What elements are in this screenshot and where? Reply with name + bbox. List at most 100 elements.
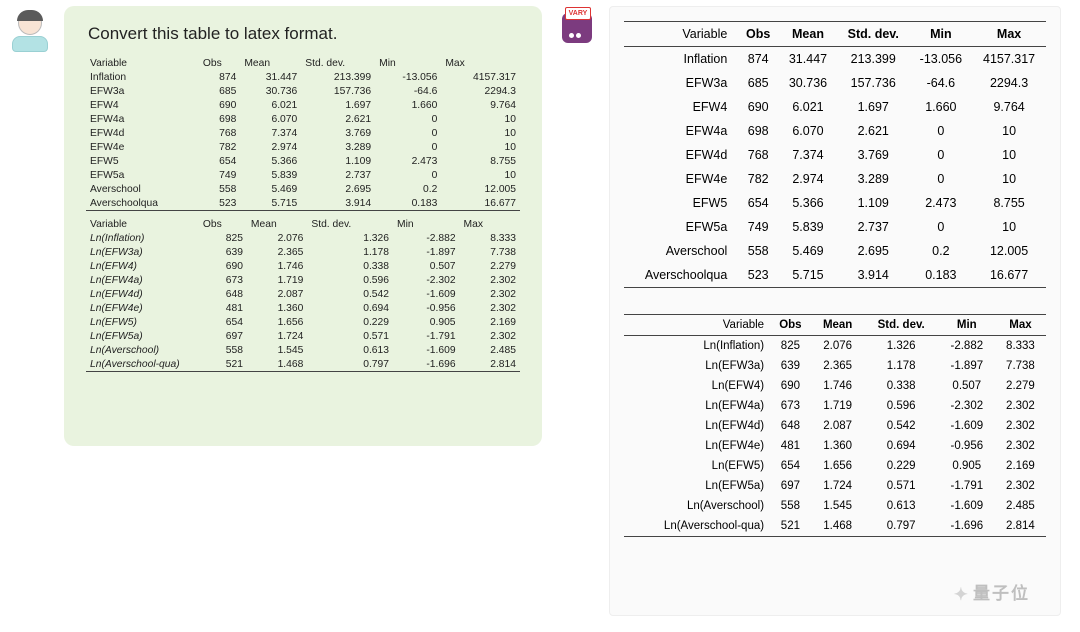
cell-value: 2.365 — [247, 245, 307, 259]
cell-variable: EFW4a — [624, 119, 737, 143]
cell-value: 0.613 — [307, 343, 393, 357]
cell-value: 8.755 — [972, 191, 1046, 215]
cell-value: -64.6 — [910, 71, 973, 95]
cell-value: 0 — [375, 112, 441, 126]
col-min: Min — [393, 217, 460, 231]
cell-value: 1.719 — [247, 273, 307, 287]
cell-value: 558 — [769, 496, 812, 516]
cell-value: 10 — [441, 126, 520, 140]
col-obs: Obs — [769, 315, 812, 336]
cell-variable: Ln(EFW5a) — [624, 476, 769, 496]
table-row: Averschoolqua5235.7153.9140.18316.677 — [86, 196, 520, 211]
source-table-levels: Variable Obs Mean Std. dev. Min Max Infl… — [86, 56, 520, 211]
cell-value: 2.279 — [460, 259, 520, 273]
cell-value: 5.366 — [240, 154, 301, 168]
table-header-row: Variable Obs Mean Std. dev. Min Max — [624, 22, 1046, 47]
cell-value: 30.736 — [779, 71, 837, 95]
table-row: Ln(Averschool)5581.5450.613-1.6092.485 — [624, 496, 1046, 516]
cell-value: -0.956 — [393, 301, 460, 315]
cell-value: 2.485 — [995, 496, 1046, 516]
cell-value: 0.797 — [307, 357, 393, 372]
cell-value: 1.724 — [247, 329, 307, 343]
cell-value: -1.791 — [939, 476, 995, 496]
cell-variable: EFW5a — [86, 168, 199, 182]
cell-value: 9.764 — [972, 95, 1046, 119]
cell-value: 5.715 — [779, 263, 837, 288]
cell-value: 685 — [199, 84, 240, 98]
cell-value: 1.326 — [307, 231, 393, 245]
table-row: Ln(EFW4d)6482.0870.542-1.6092.302 — [86, 287, 520, 301]
cell-value: 12.005 — [441, 182, 520, 196]
cell-value: 2.621 — [837, 119, 910, 143]
cell-value: 697 — [769, 476, 812, 496]
cell-value: 9.764 — [441, 98, 520, 112]
cell-value: 690 — [769, 376, 812, 396]
cell-value: 2.621 — [301, 112, 375, 126]
cell-value: 7.738 — [995, 356, 1046, 376]
cell-value: 12.005 — [972, 239, 1046, 263]
cell-value: 0.571 — [864, 476, 939, 496]
cell-value: 5.469 — [779, 239, 837, 263]
cell-value: 2.814 — [995, 516, 1046, 537]
cell-value: 2.302 — [460, 287, 520, 301]
cell-value: 1.468 — [247, 357, 307, 372]
cell-value: 1.360 — [812, 436, 864, 456]
cell-variable: Ln(EFW4d) — [624, 416, 769, 436]
cell-value: -1.609 — [393, 343, 460, 357]
cell-value: 673 — [769, 396, 812, 416]
col-max: Max — [972, 22, 1046, 47]
cell-value: 874 — [737, 47, 779, 72]
cell-value: 6.021 — [240, 98, 301, 112]
cell-variable: Ln(Averschool-qua) — [86, 357, 199, 372]
cell-value: 2.695 — [301, 182, 375, 196]
cell-value: 5.839 — [240, 168, 301, 182]
cell-value: -2.882 — [939, 336, 995, 357]
cell-value: -64.6 — [375, 84, 441, 98]
table-row: EFW56545.3661.1092.4738.755 — [624, 191, 1046, 215]
cell-value: 3.769 — [301, 126, 375, 140]
cell-value: 558 — [737, 239, 779, 263]
cell-value: 0.2 — [910, 239, 973, 263]
cell-value: 7.374 — [240, 126, 301, 140]
cell-variable: EFW5 — [624, 191, 737, 215]
cell-variable: Ln(EFW4d) — [86, 287, 199, 301]
table-row: EFW5a7495.8392.737010 — [624, 215, 1046, 239]
col-variable: Variable — [86, 56, 199, 70]
cell-variable: Ln(Averschool-qua) — [624, 516, 769, 537]
cell-variable: Ln(EFW4a) — [86, 273, 199, 287]
cell-value: 5.366 — [779, 191, 837, 215]
cell-value: 1.326 — [864, 336, 939, 357]
col-stddev: Std. dev. — [864, 315, 939, 336]
cell-value: 0.507 — [939, 376, 995, 396]
table-row: Ln(EFW5a)6971.7240.571-1.7912.302 — [86, 329, 520, 343]
table-row: Ln(Averschool-qua)5211.4680.797-1.6962.8… — [624, 516, 1046, 537]
table-row: Ln(EFW4a)6731.7190.596-2.3022.302 — [624, 396, 1046, 416]
cell-variable: Averschoolqua — [86, 196, 199, 211]
cell-value: 0.596 — [864, 396, 939, 416]
table-row: Ln(Inflation)8252.0761.326-2.8828.333 — [624, 336, 1046, 357]
cell-value: 10 — [972, 167, 1046, 191]
cell-value: 0.229 — [864, 456, 939, 476]
cell-variable: Averschool — [624, 239, 737, 263]
cell-value: 3.769 — [837, 143, 910, 167]
user-prompt-text: Convert this table to latex format. — [88, 24, 520, 44]
cell-value: 3.289 — [301, 140, 375, 154]
cell-value: 0 — [910, 167, 973, 191]
cell-variable: Inflation — [86, 70, 199, 84]
cell-value: 1.697 — [301, 98, 375, 112]
cell-value: 673 — [199, 273, 247, 287]
cell-value: 2.737 — [837, 215, 910, 239]
cell-value: 654 — [769, 456, 812, 476]
cell-value: 1.660 — [375, 98, 441, 112]
table-header-row: Variable Obs Mean Std. dev. Min Max — [86, 56, 520, 70]
table-row: Ln(EFW4a)6731.7190.596-2.3022.302 — [86, 273, 520, 287]
cell-value: 2.974 — [240, 140, 301, 154]
cell-value: 2.974 — [779, 167, 837, 191]
table-row: Ln(EFW4e)4811.3600.694-0.9562.302 — [624, 436, 1046, 456]
cell-value: 0.183 — [375, 196, 441, 211]
cell-value: 2.302 — [460, 273, 520, 287]
table-row: EFW3a68530.736157.736-64.62294.3 — [86, 84, 520, 98]
cell-value: -1.609 — [939, 416, 995, 436]
cell-value: 2.473 — [910, 191, 973, 215]
table-row: Averschool5585.4692.6950.212.005 — [624, 239, 1046, 263]
